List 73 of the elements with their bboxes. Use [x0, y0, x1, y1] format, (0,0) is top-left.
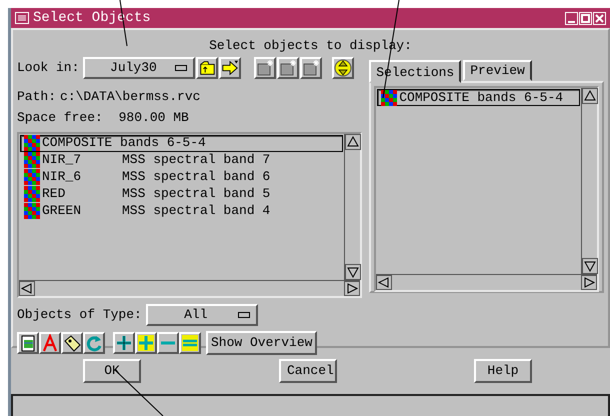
object-type-value: All — [183, 306, 209, 324]
objects-of-type-label: Objects of Type: — [17, 306, 142, 323]
raster-file-button[interactable] — [17, 332, 39, 354]
sparkle-plus-icon — [137, 334, 155, 352]
plus-button[interactable] — [113, 332, 135, 354]
object-description: MSS spectral band 4 — [122, 203, 270, 220]
tab[interactable]: Preview — [463, 60, 532, 82]
new-object-icon — [302, 58, 320, 77]
new-object-button[interactable] — [300, 56, 322, 79]
new-object-icon — [256, 58, 274, 77]
dialog-button[interactable]: Help — [474, 359, 532, 383]
dialog-button[interactable]: Cancel — [279, 359, 337, 383]
object-list-item[interactable]: NIR_6 MSS spectral band 6 — [20, 168, 344, 186]
look-in-label: Look in: — [17, 60, 80, 76]
refresh-icon — [85, 334, 103, 352]
object-list-item[interactable]: GREEN MSS spectral band 4 — [20, 202, 344, 220]
arrow-button[interactable] — [219, 56, 242, 79]
window-menu-icon[interactable] — [15, 12, 29, 24]
path-value: c:\DATA\bermss.rvc — [60, 88, 200, 104]
swap-button[interactable] — [332, 56, 354, 79]
dropdown-indicator-icon — [175, 64, 188, 71]
composite-raster-icon — [381, 90, 398, 106]
look-in-value: July30 — [109, 58, 158, 77]
dropdown-indicator-icon — [238, 312, 250, 318]
show-overview-button[interactable]: Show Overview — [206, 330, 318, 355]
object-name: GREEN — [42, 203, 82, 220]
object-description: MSS spectral band 6 — [122, 169, 270, 186]
sparkle-minus-button[interactable] — [179, 332, 201, 354]
object-name: COMPOSITE bands 6-5-4 — [42, 135, 206, 152]
selection-name: COMPOSITE bands 6-5-4 — [399, 90, 564, 106]
object-name: NIR_7 — [42, 152, 82, 168]
horizontal-scrollbar[interactable] — [376, 274, 597, 290]
look-in-dropdown[interactable]: July30 — [83, 56, 196, 79]
raster-file-icon — [19, 334, 37, 352]
dialog-button[interactable]: OK — [83, 359, 141, 383]
new-object-button[interactable] — [254, 56, 276, 79]
vector-a-button[interactable] — [39, 332, 61, 354]
space-free-value: 980.00 MB — [118, 110, 189, 126]
close-icon[interactable] — [593, 12, 606, 24]
object-list-item[interactable]: RED MSS spectral band 5 — [20, 186, 344, 203]
raster-icon — [24, 152, 40, 168]
new-object-button[interactable] — [277, 56, 300, 79]
raster-icon — [24, 169, 40, 186]
vector-a-icon — [41, 334, 59, 352]
minus-button[interactable] — [157, 332, 179, 354]
folder-up-button[interactable] — [196, 56, 218, 79]
minus-icon — [159, 340, 177, 346]
tag-button[interactable] — [61, 332, 83, 354]
composite-raster-icon — [24, 135, 40, 152]
vertical-scrollbar[interactable] — [344, 134, 360, 280]
selection-list-item[interactable]: COMPOSITE bands 6-5-4 — [377, 89, 580, 106]
minimize-icon[interactable] — [565, 12, 578, 24]
object-name: NIR_6 — [42, 169, 82, 186]
path-label: Path: — [17, 88, 56, 104]
object-type-dropdown[interactable]: All — [146, 304, 258, 326]
object-name: RED — [42, 186, 66, 202]
tag-icon — [63, 334, 81, 352]
object-description: MSS spectral band 7 — [122, 152, 270, 168]
up-down-arrows-icon — [334, 58, 352, 77]
object-list-item[interactable]: COMPOSITE bands 6-5-4 — [20, 134, 344, 152]
raster-icon — [24, 203, 40, 220]
sparkle-plus-button[interactable] — [135, 332, 157, 354]
horizontal-scrollbar[interactable] — [19, 280, 360, 296]
refresh-button[interactable] — [83, 332, 105, 354]
maximize-icon[interactable] — [579, 12, 592, 24]
object-list-item[interactable]: NIR_7 MSS spectral band 7 — [20, 152, 344, 169]
object-description: MSS spectral band 5 — [122, 186, 270, 202]
raster-icon — [24, 186, 40, 202]
plus-icon — [115, 334, 133, 352]
vertical-scrollbar[interactable] — [581, 88, 597, 274]
space-free-label: Space free: — [17, 110, 103, 126]
sparkle-minus-icon — [181, 334, 199, 352]
new-object-icon — [279, 58, 298, 77]
